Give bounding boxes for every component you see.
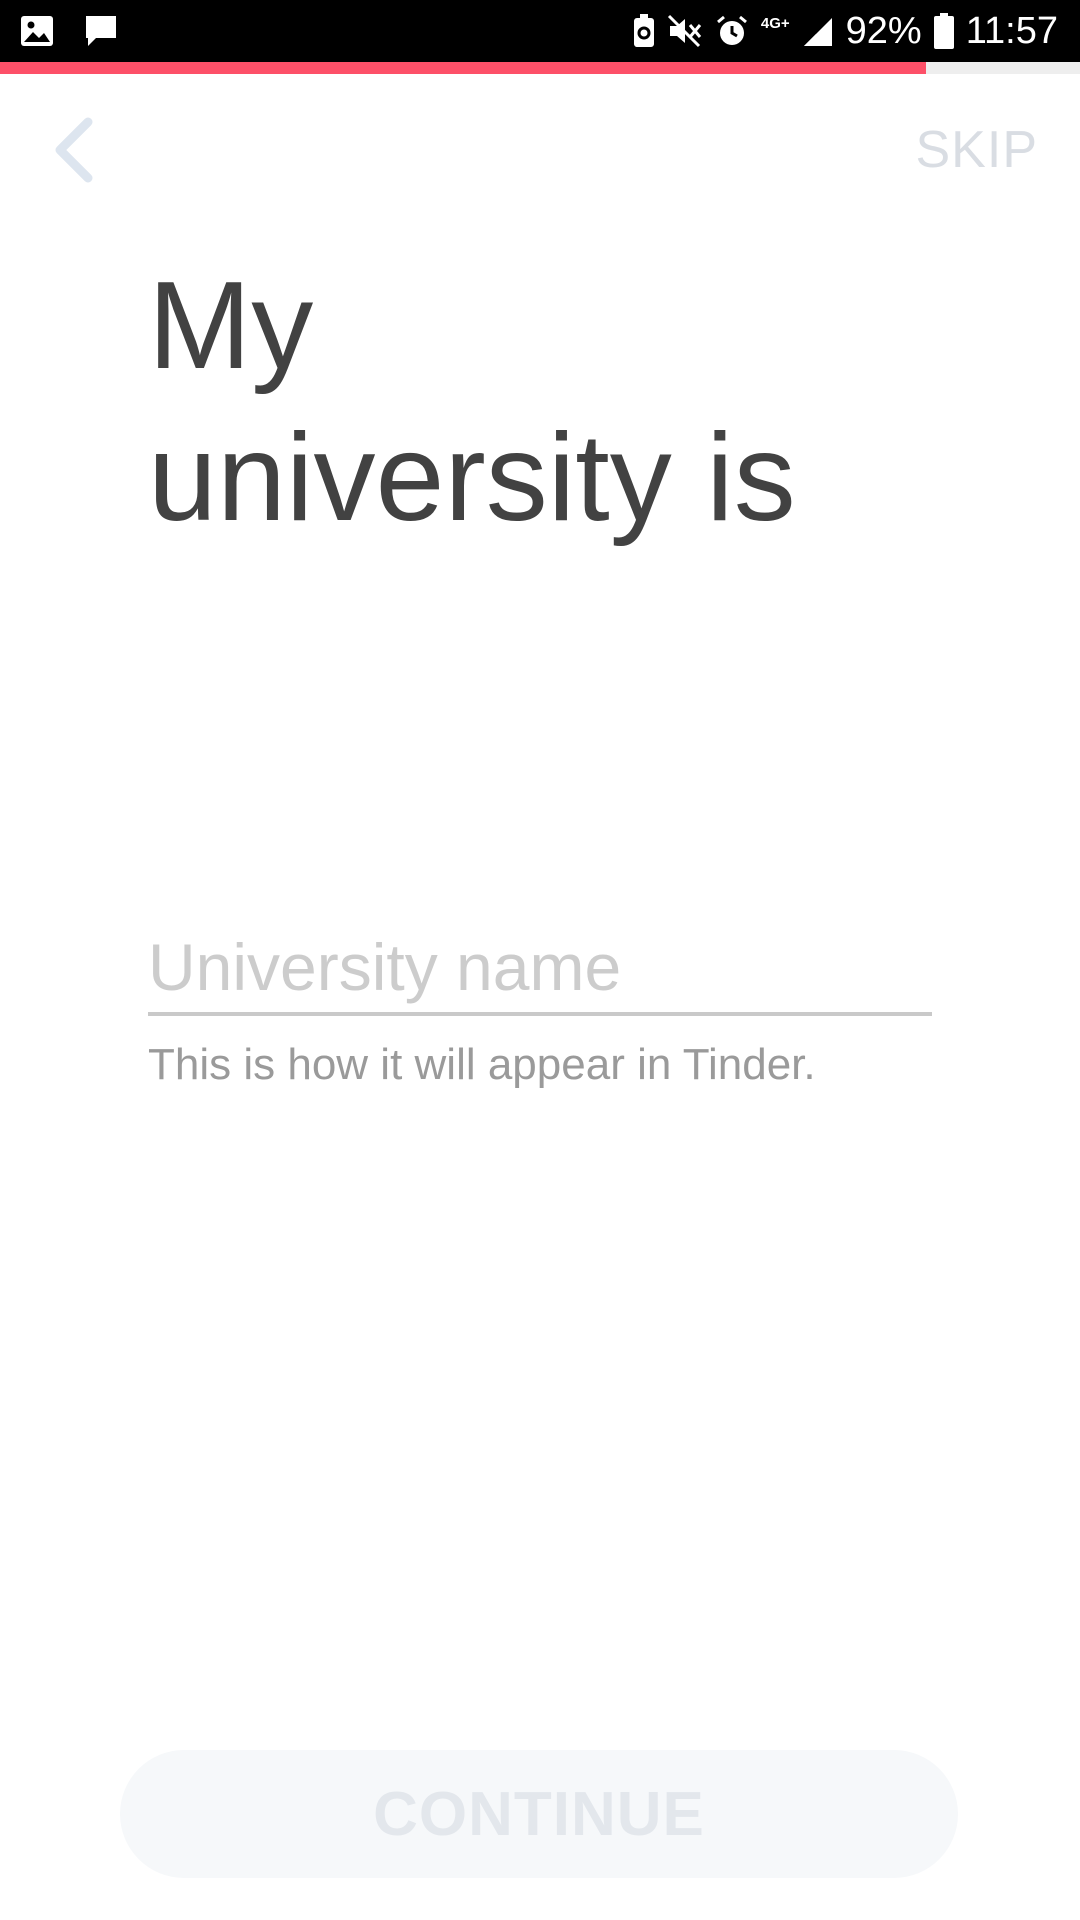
- onboarding-progress-bar: [0, 62, 1080, 74]
- signal-icon: [802, 16, 834, 46]
- page-title: My university is: [148, 250, 1008, 554]
- page-title-line-1: My: [148, 257, 314, 395]
- helper-text: This is how it will appear in Tinder.: [148, 1040, 816, 1089]
- message-icon: [84, 14, 118, 48]
- battery-icon: [933, 13, 954, 49]
- skip-button[interactable]: SKIP: [916, 120, 1039, 180]
- status-left-icons: [20, 14, 118, 48]
- progress-fill: [0, 62, 926, 74]
- battery-saver-icon: [633, 14, 655, 48]
- page-title-line-2: university is: [148, 409, 796, 547]
- continue-button[interactable]: CONTINUE: [120, 1750, 958, 1878]
- gallery-icon: [20, 15, 54, 47]
- university-name-input[interactable]: [148, 922, 932, 1016]
- chevron-left-icon: [55, 117, 93, 183]
- mute-icon: [667, 14, 703, 48]
- battery-percent: 92%: [845, 9, 922, 52]
- onboarding-university-screen: 4G+ 92% 11:57 SKIP My university is Univ…: [0, 0, 1080, 1920]
- status-bar: 4G+ 92% 11:57: [0, 0, 1080, 62]
- back-button[interactable]: [36, 108, 106, 188]
- status-right-icons: 4G+ 92% 11:57: [633, 0, 1058, 62]
- network-type: 4G+: [760, 14, 790, 32]
- clock-time: 11:57: [965, 9, 1058, 52]
- alarm-icon: [715, 14, 749, 48]
